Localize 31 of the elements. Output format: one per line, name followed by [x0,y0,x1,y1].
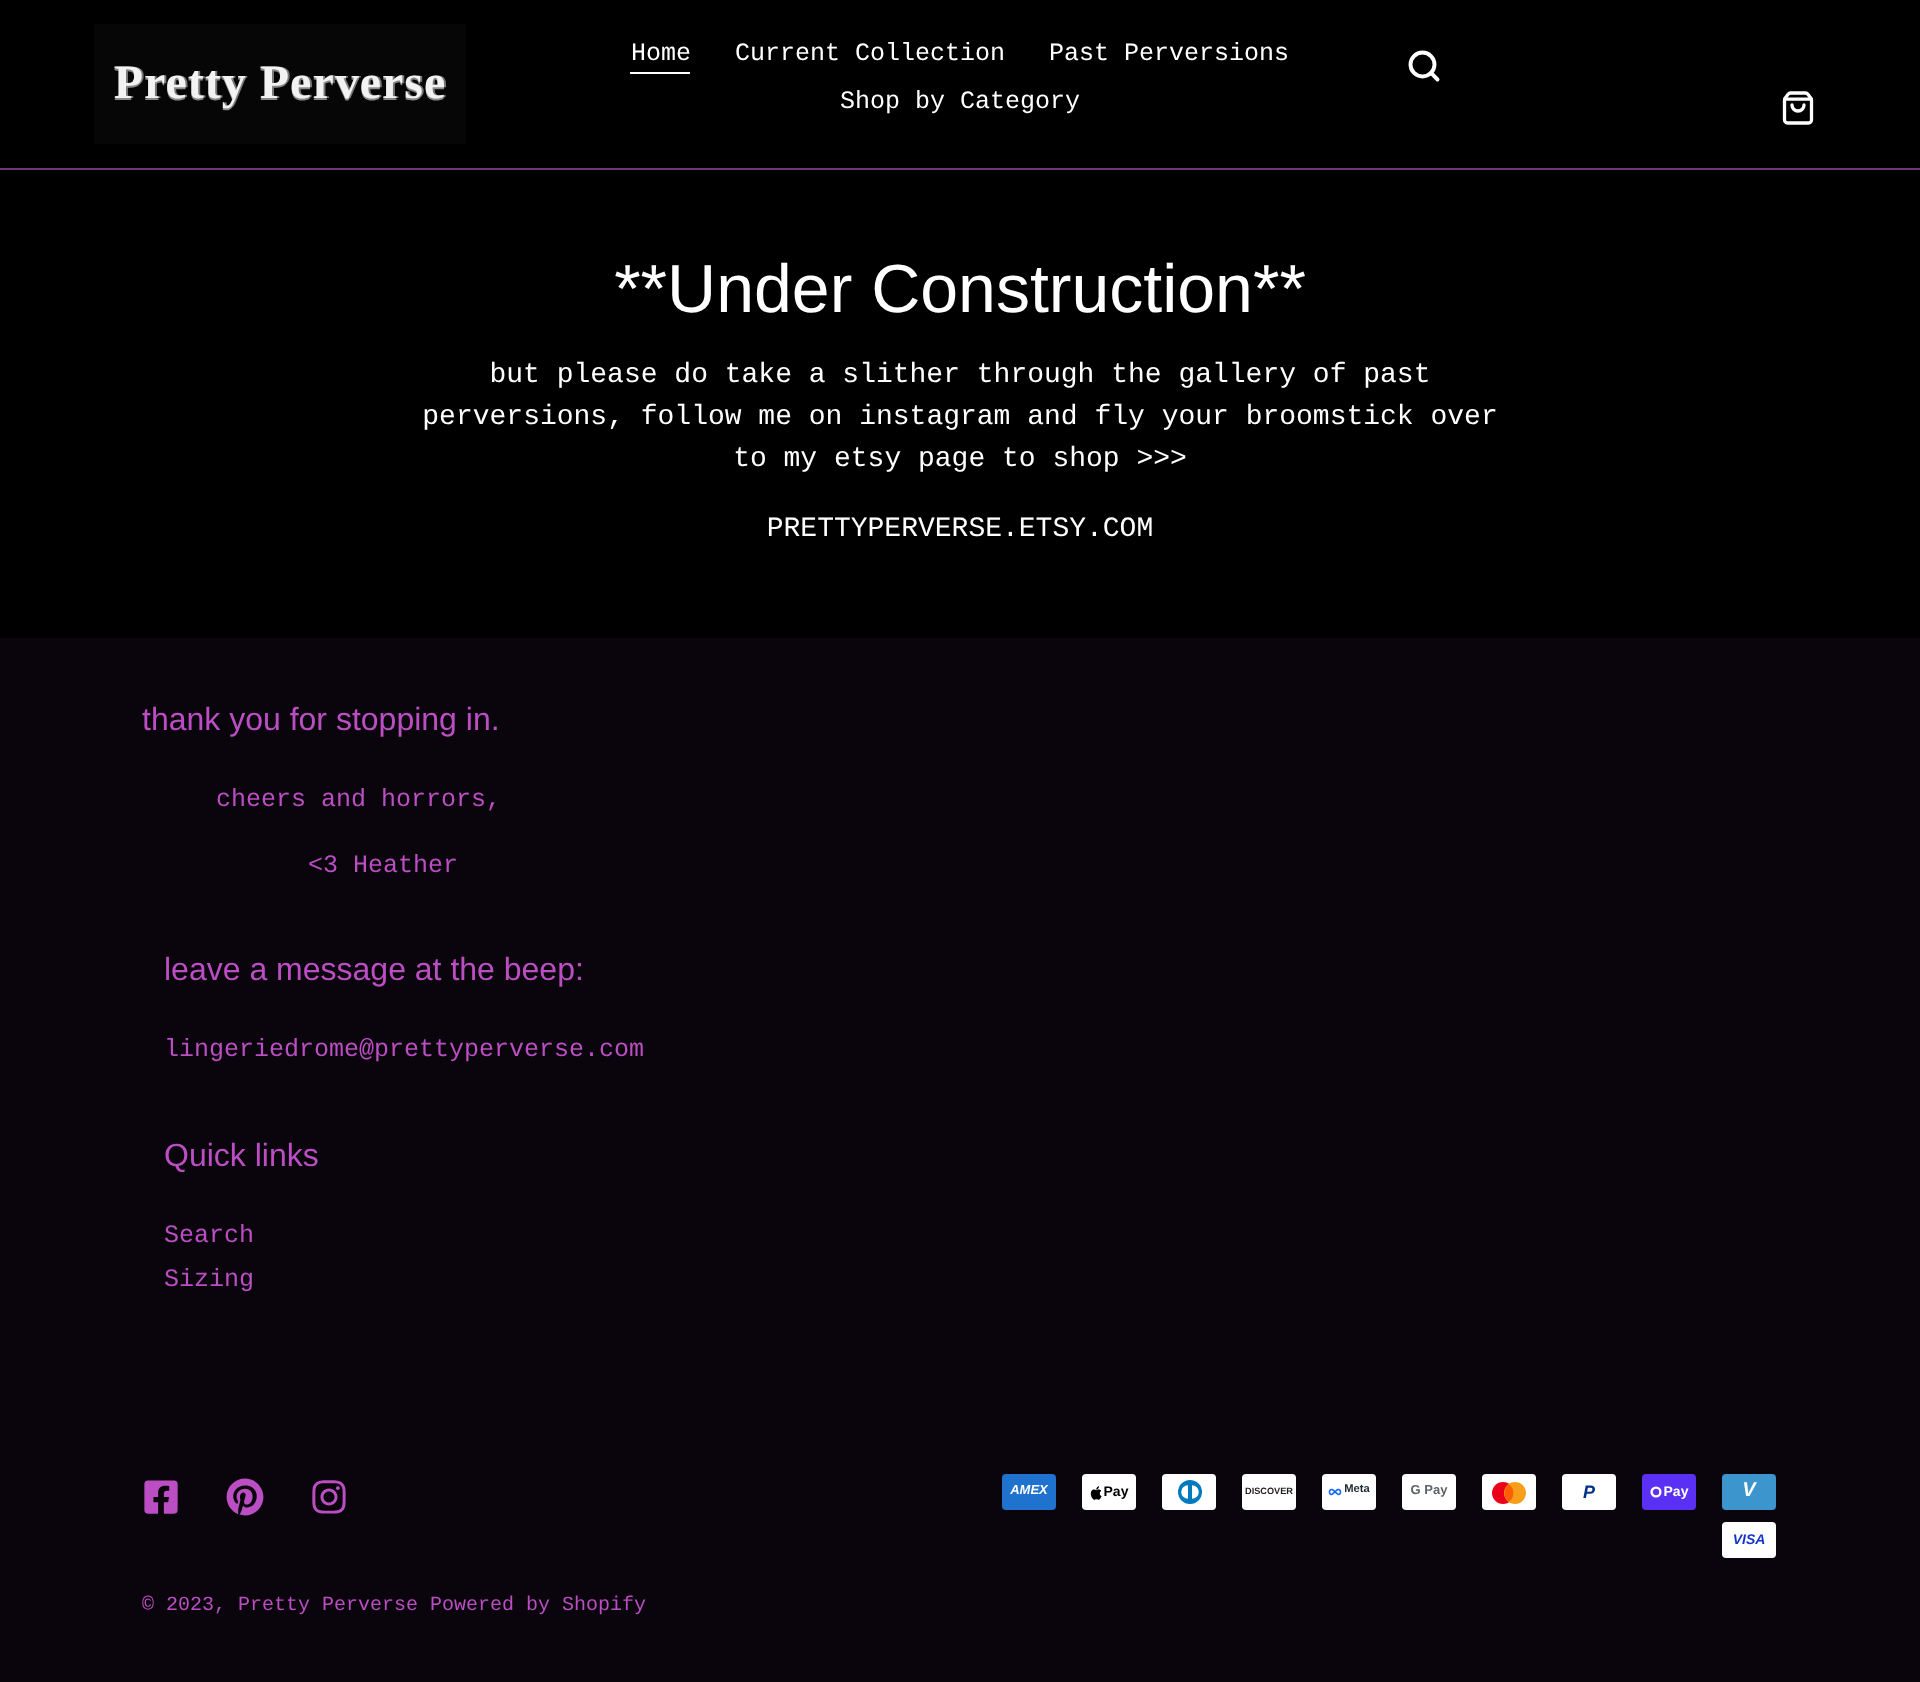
nav-link[interactable]: Shop by Category [839,86,1081,122]
footer-note: cheers and horrors, [216,784,502,818]
quick-links-heading: Quick links [164,1138,319,1178]
contact-heading: leave a message at the beep: [164,952,584,992]
overlapping-circles-icon [1492,1481,1526,1503]
site-logo[interactable]: Pretty Perverse [94,24,466,144]
email-link[interactable]: lingeriedrome@prettyperverse.com [164,1030,645,1070]
payment-label: V [1742,1482,1756,1502]
nav-link[interactable]: Home [630,38,691,74]
pinterest-icon[interactable] [226,1478,264,1516]
intro-paragraph: but please do take a slither through the gallery of past perversions, follow me on instagram and fly your broomstick over to my etsy page to shop >>> [420,358,1500,480]
etsy-link[interactable]: PRETTYPERVERSE.ETSY.COM [766,510,1154,552]
search-icon[interactable] [1406,48,1442,84]
site-link[interactable]: Pretty Perverse [238,1592,419,1624]
footer-note: <3 Heather [308,850,459,884]
instagram-icon[interactable] [310,1478,348,1516]
footer-link[interactable]: Sizing [164,1260,255,1300]
shopping-bag-icon[interactable] [1780,90,1816,126]
payment-label: P [1582,1483,1595,1501]
nav-link[interactable]: Current Collection [734,38,1005,74]
apple-icon [1089,1485,1102,1499]
footer-note: thank you for stopping in. [142,702,500,742]
powered-by-link[interactable]: Powered by Shopify [430,1592,647,1624]
footer-link[interactable]: Search [164,1216,255,1256]
infinity-icon [1328,1488,1343,1496]
page-heading: **Under Construction** [614,250,1306,332]
facebook-icon[interactable] [142,1478,180,1516]
circle-logo-icon [1177,1480,1201,1504]
nav-link[interactable]: Past Perversions [1049,38,1290,74]
ring-icon [1649,1486,1662,1498]
copyright-text: © 2023, [142,1593,227,1622]
